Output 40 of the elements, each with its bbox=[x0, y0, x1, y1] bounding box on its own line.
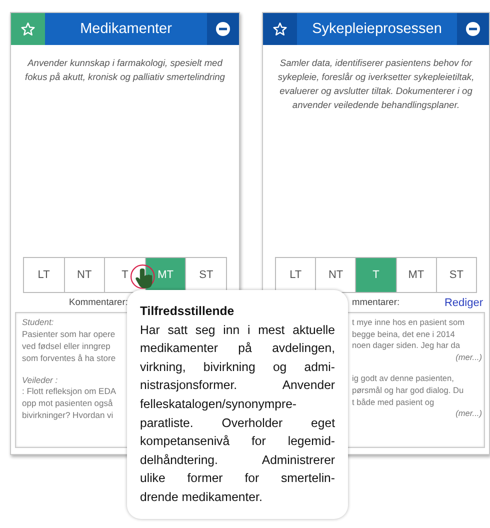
tooltip-text: paratliste. Overholder eget bbox=[140, 414, 335, 432]
tooltip-text: delhåndtering. Administrerer bbox=[140, 452, 335, 469]
comment-text: t mye inne hos en pasient som bbox=[352, 317, 465, 329]
competence-description: Samler data, identifiserer pasientens behov for sykepleie, foreslår og iverksetter sykepleietiltak, evaluerer og avslutter tiltak. Dokumenterer i og anvender veiledende behandlingsplaner. bbox=[276, 57, 476, 112]
comment-text: noen dager siden. Jeg har da bbox=[352, 340, 460, 352]
tooltip-title: Tilfredsstillende bbox=[140, 303, 236, 320]
favorite-toggle[interactable] bbox=[263, 13, 297, 45]
comment-text: opp mot pasienten også bbox=[22, 398, 113, 410]
comment-text: t både med pasient og bbox=[352, 396, 434, 408]
favorite-toggle[interactable] bbox=[11, 13, 45, 45]
comment-text: ig godt av denne pasienten, bbox=[352, 373, 454, 386]
tooltip-text: virkning, bivirkning og admi- bbox=[140, 358, 335, 376]
comment-text: Pasienter som har opere bbox=[22, 328, 116, 341]
edit-link[interactable]: Rediger bbox=[444, 297, 483, 310]
comment-text: som forventes å ha store bbox=[22, 352, 116, 365]
more-link[interactable]: (mer...) bbox=[456, 352, 482, 362]
competence-description: Anvender kunnskap i farmakologi, spesielt med fokus på akutt, kronisk og palliativ smertelindring bbox=[24, 57, 226, 84]
comment-author: Veileder : bbox=[22, 374, 58, 386]
tooltip-text: nistrasjonsformer. Anvender bbox=[140, 377, 335, 394]
star-icon[interactable] bbox=[21, 22, 35, 36]
comment-text: ved fødsel eller inngrep bbox=[22, 340, 110, 353]
comment-author: Student: bbox=[22, 317, 54, 329]
tooltip-text: ulike former for smertelin- bbox=[140, 470, 335, 488]
collapse-icon[interactable] bbox=[466, 22, 480, 36]
comments-label: Kommentarer: bbox=[69, 297, 128, 309]
star-icon[interactable] bbox=[273, 22, 287, 36]
card-title: Sykepleieprosessen bbox=[311, 20, 443, 39]
comment-text: begge beina, det ene i 2014 bbox=[352, 328, 455, 340]
tooltip-text: felleskatalogen/synonympre- bbox=[140, 396, 298, 413]
tooltip-text: kompetansenivå for legemid- bbox=[140, 433, 335, 450]
comment-text: pørsmål og har god dialog. Du bbox=[352, 385, 464, 397]
tooltip-text: Har satt seg inn i mest aktuelle bbox=[140, 322, 335, 339]
comment-text: : Flott refleksjon om EDA bbox=[22, 386, 116, 398]
comments-label: mmentarer: bbox=[352, 297, 400, 309]
collapse-icon[interactable] bbox=[216, 22, 230, 36]
card-title: Medikamenter bbox=[79, 20, 173, 39]
comment-text: bivirkninger? Hvordan vi bbox=[22, 410, 114, 422]
more-link[interactable]: (mer...) bbox=[456, 408, 482, 418]
tooltip-text: medikamenter på avdelingen, bbox=[140, 340, 335, 358]
tooltip-text: drende medikamenter. bbox=[140, 488, 264, 506]
